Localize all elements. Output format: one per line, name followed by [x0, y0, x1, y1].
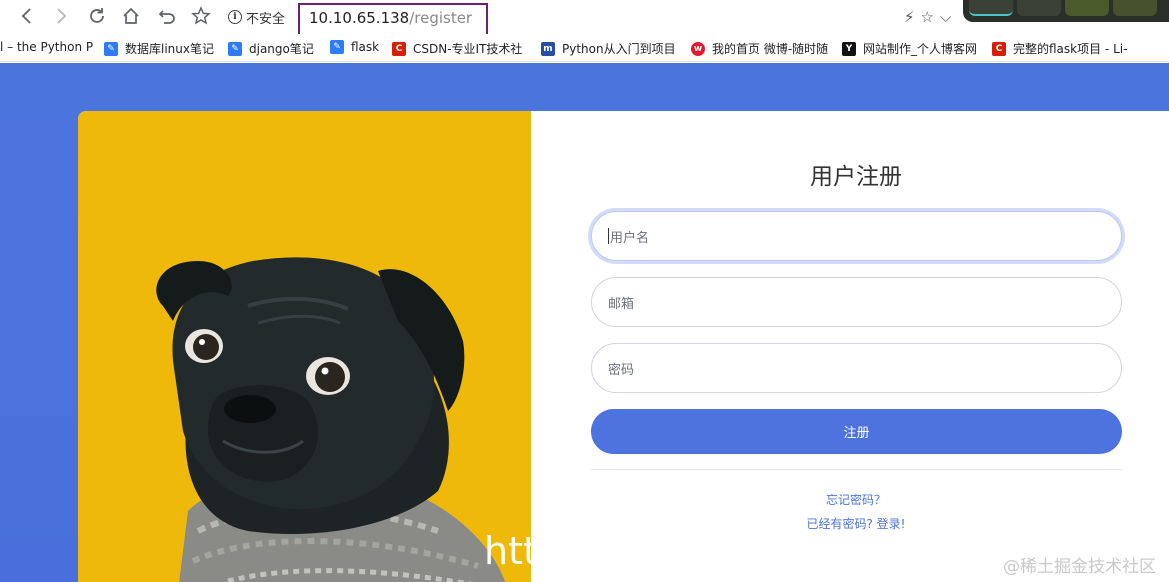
extension-panel [963, 0, 1169, 22]
home-icon[interactable] [120, 5, 142, 27]
url-path: /register [409, 9, 473, 27]
bookmark-label: l – the Python P [0, 40, 94, 54]
divider [591, 469, 1122, 470]
bookmark-item[interactable]: m Python从入门到项目 [541, 40, 676, 57]
security-indicator[interactable]: i 不安全 [228, 7, 285, 27]
bookmarks-bar: l – the Python P ✎ 数据库linux笔记 ✎ django笔记… [0, 34, 1169, 62]
register-form: 用户注册 用户名 邮箱 密码 注册 忘记密码？ 已经有密码? 登录! [531, 111, 1169, 582]
bookmark-label: Python从入门到项目 [562, 42, 676, 56]
pug-photo: htt [78, 111, 531, 582]
bookmark-star-icon[interactable] [190, 5, 212, 27]
forgot-password-link[interactable]: 忘记密码？ [531, 491, 1169, 508]
undo-icon[interactable] [156, 5, 178, 27]
reload-icon[interactable] [86, 5, 108, 27]
bookmark-item[interactable]: C CSDN-专业IT技术社 [392, 40, 522, 57]
bookmark-label: django笔记 [249, 42, 314, 56]
username-placeholder: 用户名 [610, 230, 650, 246]
address-bar-actions: ⚡ ☆ ⌵ [904, 8, 951, 26]
bookmark-label: 数据库linux笔记 [125, 42, 214, 56]
page-title: 用户注册 [810, 164, 902, 190]
bookmark-label: 完整的flask项目 - Li- [1013, 42, 1128, 56]
bookmark-label: 网站制作_个人博客网 [863, 42, 978, 56]
register-card: htt 用户注册 用户名 邮箱 密码 注册 忘记密码？ 已经有密码? 登录! [78, 111, 1169, 582]
site-watermark: @稀土掘金技术社区 [1003, 557, 1156, 577]
bookmark-label: 我的首页 微博-随时随 [712, 42, 829, 56]
security-label: 不安全 [246, 11, 286, 27]
extension-slot[interactable] [1113, 0, 1157, 16]
bookmark-item[interactable]: ✎ flask [330, 40, 379, 54]
bookmark-item[interactable]: Y 网站制作_个人博客网 [842, 40, 977, 57]
email-placeholder: 邮箱 [608, 296, 635, 312]
note-icon: ✎ [104, 41, 118, 56]
email-input[interactable]: 邮箱 [591, 277, 1122, 327]
note-icon: ✎ [228, 41, 242, 56]
bookmark-item[interactable]: C 完整的flask项目 - Li- [992, 40, 1127, 57]
yangqq-icon: Y [842, 41, 856, 56]
site-icon: m [541, 41, 555, 56]
csdn-icon: C [992, 41, 1006, 56]
browser-toolbar: i 不安全 10.10.65.138/register ⚡ ☆ ⌵ [0, 0, 1169, 40]
favorite-star-icon[interactable]: ☆ [921, 8, 934, 26]
bookmark-item[interactable]: w 我的首页 微博-随时随 [691, 40, 828, 57]
chevron-down-icon[interactable]: ⌵ [940, 8, 951, 26]
info-icon: i [228, 10, 242, 24]
password-placeholder: 密码 [608, 362, 635, 378]
text-caret [608, 228, 609, 244]
photo-overlay-text: htt [484, 529, 531, 573]
bookmark-label: flask [351, 40, 380, 54]
csdn-icon: C [392, 41, 406, 56]
weibo-icon: w [691, 41, 705, 56]
bookmark-item[interactable]: ✎ django笔记 [228, 40, 314, 57]
bookmark-item[interactable]: ✎ 数据库linux笔记 [104, 40, 214, 57]
pug-illustration [156, 257, 506, 582]
login-link[interactable]: 已经有密码? 登录! [531, 515, 1169, 532]
bookmark-label: CSDN-专业IT技术社 [413, 42, 523, 56]
extension-slot[interactable] [969, 0, 1013, 16]
bookmark-item[interactable]: l – the Python P [0, 40, 93, 54]
url-host: 10.10.65.138 [309, 9, 410, 27]
extension-slot[interactable] [1017, 0, 1061, 16]
lightning-icon[interactable]: ⚡ [904, 8, 915, 26]
username-input[interactable]: 用户名 [591, 211, 1122, 261]
back-icon[interactable] [16, 5, 38, 27]
register-button[interactable]: 注册 [591, 409, 1122, 454]
forward-icon[interactable] [50, 5, 72, 27]
page-background: htt 用户注册 用户名 邮箱 密码 注册 忘记密码？ 已经有密码? 登录! [0, 63, 1169, 582]
extension-slot[interactable] [1065, 0, 1109, 16]
note-icon: ✎ [330, 40, 344, 54]
password-input[interactable]: 密码 [591, 343, 1122, 393]
